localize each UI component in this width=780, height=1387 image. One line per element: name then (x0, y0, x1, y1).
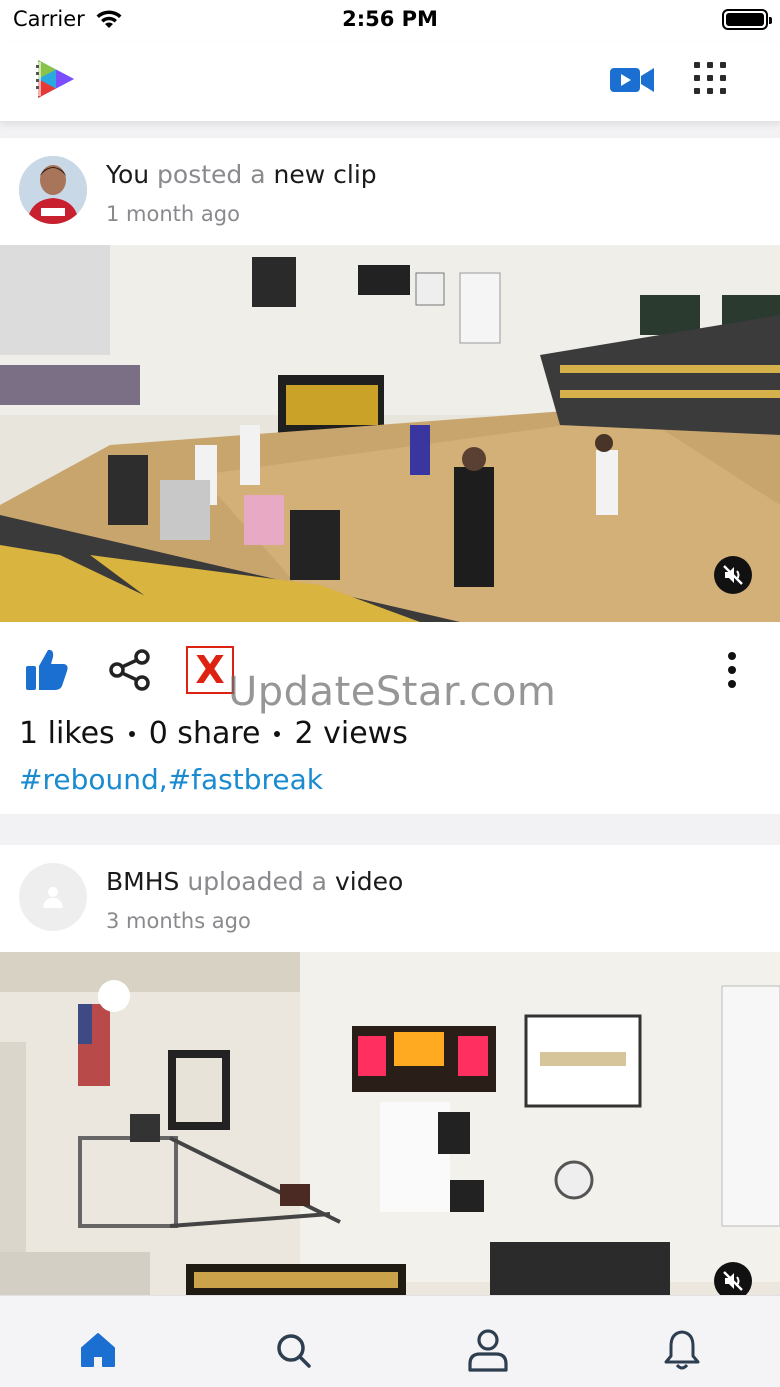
profile-icon[interactable] (466, 1328, 510, 1372)
grid-menu-icon[interactable] (692, 60, 728, 96)
status-bar: Carrier 2:56 PM (0, 0, 780, 42)
bottom-nav (0, 1295, 780, 1387)
post-time: 3 months ago (106, 909, 251, 933)
post-card: BMHS uploaded a video 3 months ago (0, 845, 780, 1295)
post-verb: uploaded a (187, 867, 328, 896)
status-time: 2:56 PM (342, 7, 438, 31)
thumbs-up-icon[interactable] (24, 646, 70, 692)
broken-image-icon[interactable]: X (186, 646, 234, 694)
watermark: UpdateStar.com (228, 669, 557, 715)
mute-icon[interactable] (714, 1262, 752, 1295)
separator-dot (274, 730, 281, 737)
bell-icon[interactable] (660, 1328, 704, 1372)
separator-dot (128, 730, 135, 737)
post-object: new clip (273, 160, 377, 189)
views-count: 2 views (294, 716, 408, 751)
post-verb: posted a (157, 160, 266, 189)
post-stats: 1 likes 0 share 2 views (19, 716, 408, 751)
app-header (0, 42, 780, 122)
post-actor[interactable]: You (106, 160, 149, 189)
avatar[interactable] (19, 156, 87, 224)
post-time: 1 month ago (106, 202, 240, 226)
post-object: video (334, 867, 404, 896)
battery-icon (722, 9, 772, 30)
play-logo-icon[interactable] (32, 56, 78, 102)
post-actor[interactable]: BMHS (106, 867, 179, 896)
mute-icon[interactable] (714, 556, 752, 594)
avatar[interactable] (19, 863, 87, 931)
default-user-icon (43, 887, 63, 908)
video-thumbnail[interactable] (0, 952, 780, 1295)
video-thumbnail[interactable] (0, 245, 780, 622)
more-options-icon[interactable] (724, 648, 740, 692)
share-icon[interactable] (108, 648, 152, 692)
video-camera-icon[interactable] (608, 62, 656, 98)
search-icon[interactable] (271, 1328, 315, 1372)
likes-count[interactable]: 1 likes (19, 716, 115, 751)
post-card: You posted a new clip 1 month ago X Upda… (0, 138, 780, 814)
post-headline: You posted a new clip (106, 160, 377, 189)
hashtags[interactable]: #rebound,#fastbreak (19, 763, 323, 796)
post-headline: BMHS uploaded a video (106, 867, 403, 896)
share-count: 0 share (148, 716, 261, 751)
home-icon[interactable] (76, 1328, 120, 1372)
